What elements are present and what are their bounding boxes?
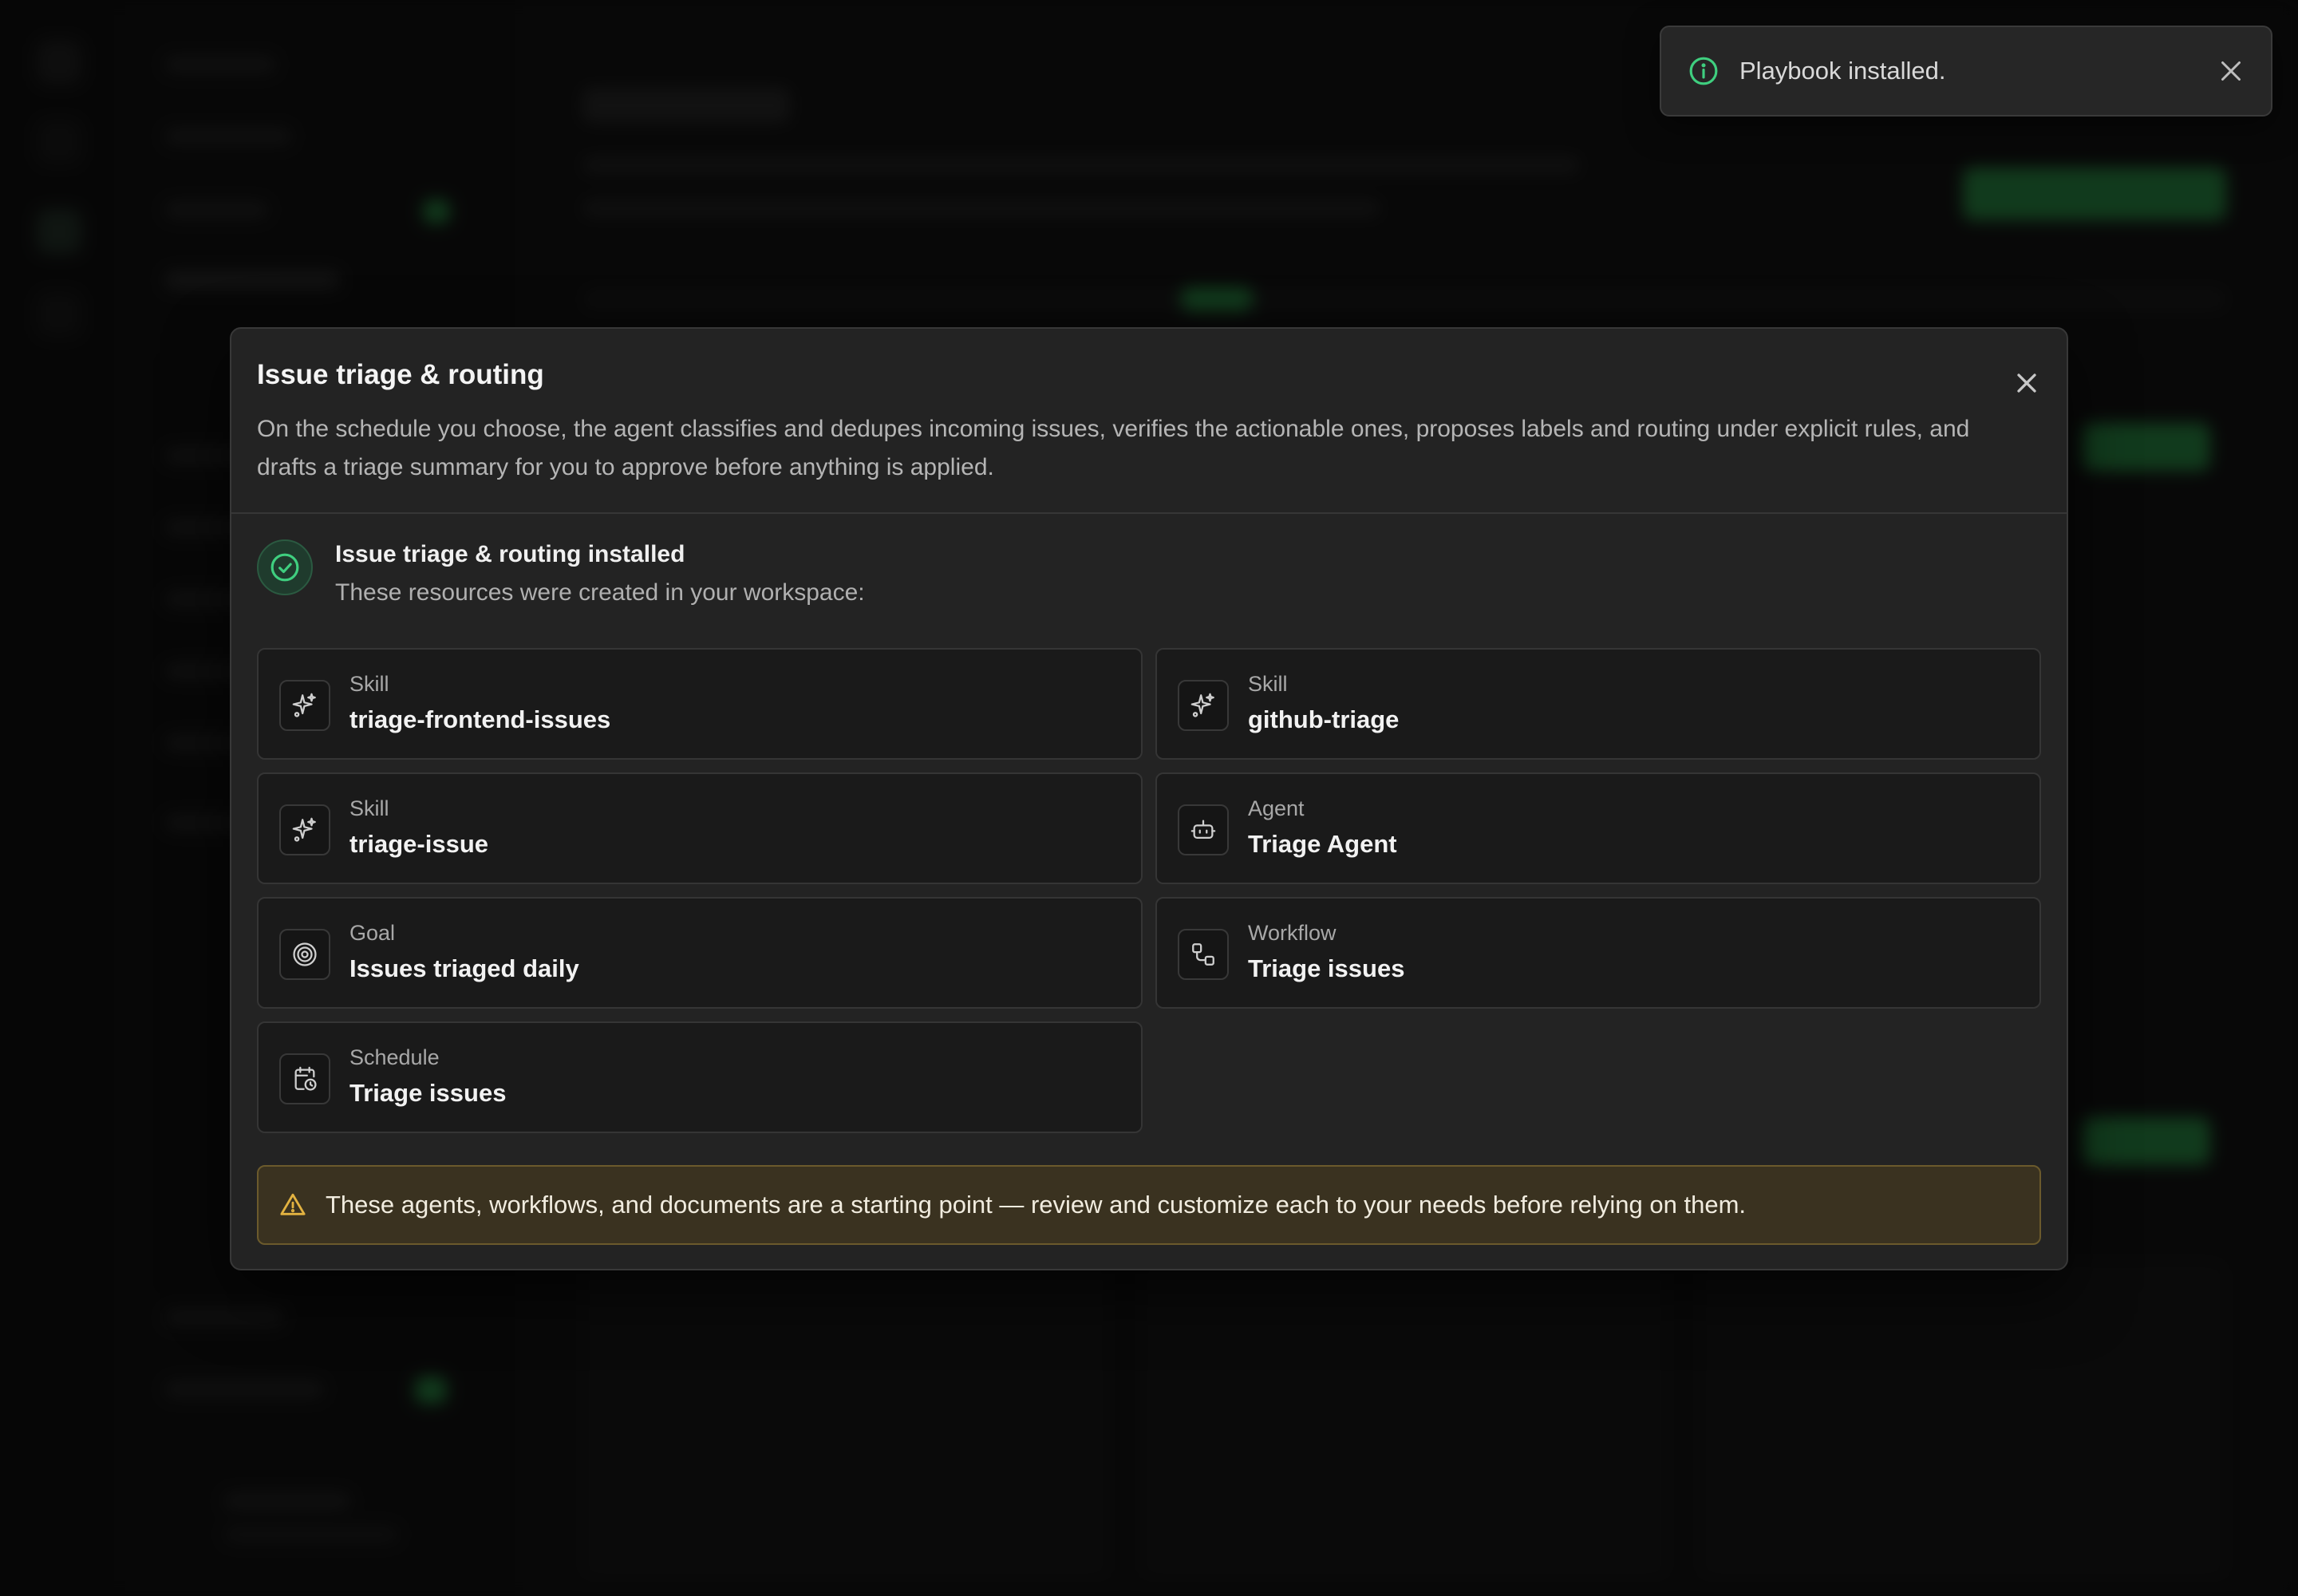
resource-name: triage-issue xyxy=(349,830,489,858)
sparkle-icon xyxy=(292,817,316,842)
resource-type: Goal xyxy=(349,921,396,945)
target-icon xyxy=(293,942,317,966)
resource-card-workflow-triage-issues[interactable]: Workflow Triage issues xyxy=(1155,897,2041,1009)
resource-name: Issues triaged daily xyxy=(349,954,579,982)
dialog-close-icon[interactable] xyxy=(2011,367,2043,399)
resource-card-skill-triage-issue[interactable]: Skill triage-issue xyxy=(257,772,1143,884)
success-subtitle: These resources were created in your wor… xyxy=(335,579,865,606)
resource-type: Skill xyxy=(1248,672,1288,696)
sparkle-icon xyxy=(1190,693,1214,717)
resource-card-schedule-triage-issues[interactable]: Schedule Triage issues xyxy=(257,1021,1143,1133)
resource-type: Skill xyxy=(349,672,389,696)
sparkle-icon xyxy=(292,693,316,717)
check-circle-icon xyxy=(270,553,299,582)
resource-icon-box xyxy=(1178,929,1229,980)
resource-name: Triage issues xyxy=(1248,954,1405,982)
dialog-description: On the schedule you choose, the agent cl… xyxy=(257,416,1970,480)
robot-icon xyxy=(1190,820,1216,839)
toast-close-icon[interactable] xyxy=(2217,57,2245,85)
resource-card-agent-triage-agent[interactable]: Agent Triage Agent xyxy=(1155,772,2041,884)
resource-name: triage-frontend-issues xyxy=(349,705,611,733)
resource-name: Triage Agent xyxy=(1248,830,1397,858)
resource-icon-box xyxy=(279,680,330,731)
resource-card-goal-issues-triaged-daily[interactable]: Goal Issues triaged daily xyxy=(257,897,1143,1009)
resource-name: github-triage xyxy=(1248,705,1400,733)
playbook-installed-dialog: Issue triage & routing On the schedule y… xyxy=(230,327,2068,1270)
resource-name: Triage issues xyxy=(349,1079,507,1107)
dialog-header: Issue triage & routing On the schedule y… xyxy=(231,329,2067,514)
success-title: Issue triage & routing installed xyxy=(335,541,685,567)
resource-icon-box xyxy=(279,1053,330,1104)
resource-card-skill-github-triage[interactable]: Skill github-triage xyxy=(1155,648,2041,760)
calendar-clock-icon xyxy=(294,1066,317,1091)
success-badge xyxy=(257,539,313,595)
info-icon xyxy=(1689,57,1718,85)
toast-message: Playbook installed. xyxy=(1739,57,1946,85)
warning-icon xyxy=(280,1193,306,1215)
disclaimer-banner: These agents, workflows, and documents a… xyxy=(257,1165,2041,1245)
workflow-icon xyxy=(1192,943,1214,966)
resource-type: Schedule xyxy=(349,1045,440,1069)
resource-card-skill-triage-frontend-issues[interactable]: Skill triage-frontend-issues xyxy=(257,648,1143,760)
resource-icon-box xyxy=(1178,680,1229,731)
disclaimer-text: These agents, workflows, and documents a… xyxy=(326,1191,1747,1219)
resource-icon-box xyxy=(279,804,330,855)
resource-icon-box xyxy=(279,929,330,980)
resource-type: Skill xyxy=(349,796,389,820)
resource-type: Workflow xyxy=(1248,921,1337,945)
resource-type: Agent xyxy=(1248,796,1305,820)
toast-notification: Playbook installed. xyxy=(1660,26,2272,117)
dialog-title: Issue triage & routing xyxy=(257,359,544,390)
resource-icon-box xyxy=(1178,804,1229,855)
